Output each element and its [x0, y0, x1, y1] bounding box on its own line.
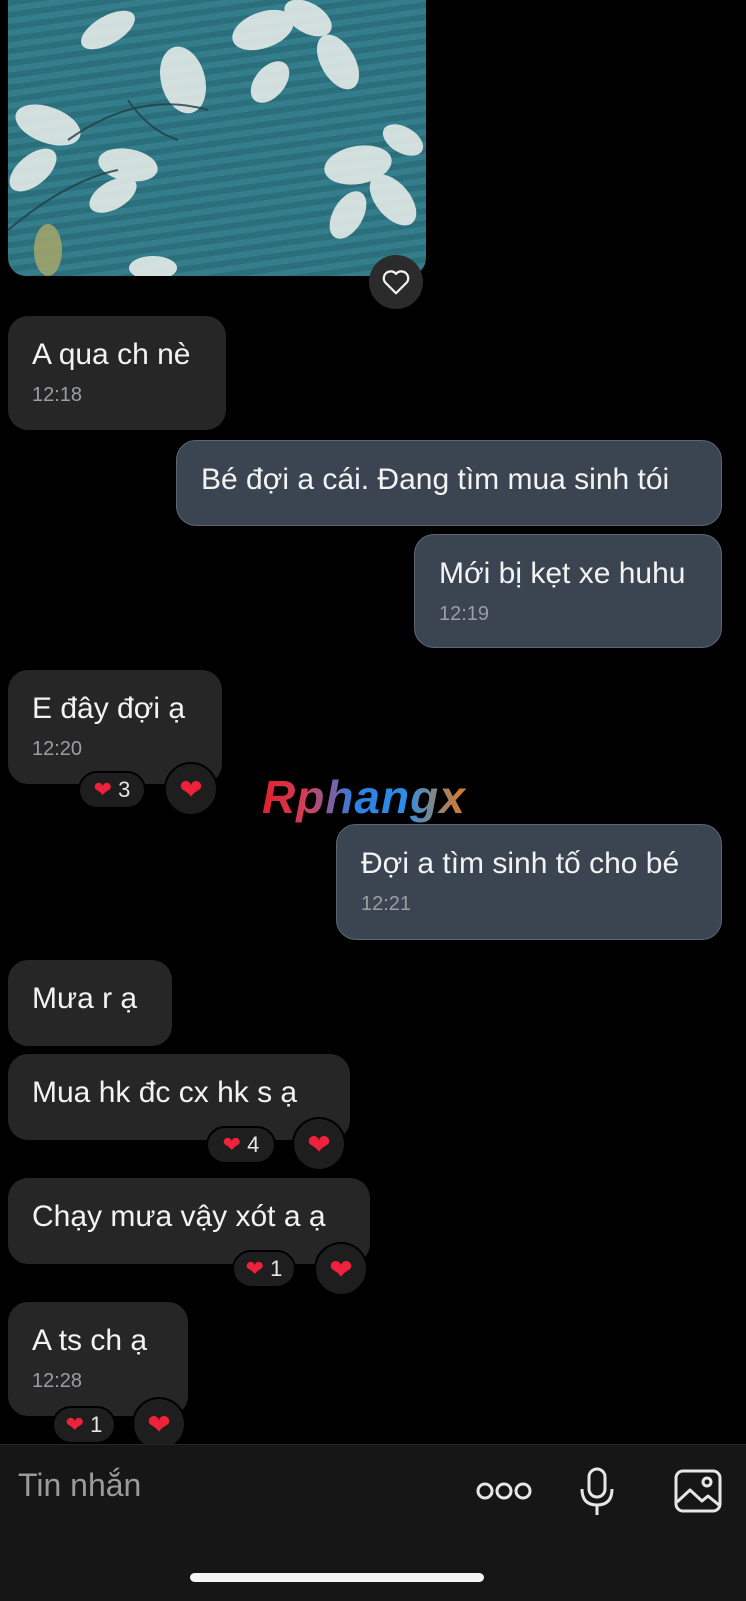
reaction-count: 3	[118, 777, 131, 802]
message-text: Mới bị kẹt xe huhu	[439, 557, 686, 590]
message-text: Mưa r ạ	[32, 982, 138, 1015]
message-text: Bé đợi a cái. Đang tìm mua sinh tói	[201, 463, 670, 496]
message-time: 12:28	[32, 1370, 83, 1392]
heart-icon: ❤	[245, 1256, 265, 1281]
message-text: A qua ch nè	[32, 338, 191, 371]
reaction-summary[interactable]: ❤ 3	[78, 771, 146, 809]
message-text: Mua hk đc cx hk s ạ	[32, 1076, 298, 1109]
heart-icon: ❤	[93, 777, 113, 802]
heart-icon: ❤	[179, 773, 203, 805]
reaction-count: 1	[90, 1412, 103, 1437]
microphone-icon[interactable]	[578, 1467, 616, 1517]
message-time: 12:19	[439, 603, 490, 625]
message-bubble-outgoing[interactable]: Mới bị kẹt xe huhu 12:19	[414, 534, 722, 648]
message-text: Chạy mưa vậy xót a ạ	[32, 1200, 326, 1233]
like-photo-button[interactable]	[369, 255, 423, 309]
heart-icon: ❤	[222, 1132, 242, 1157]
react-heart-button[interactable]: ❤	[292, 1117, 346, 1171]
react-heart-button[interactable]: ❤	[314, 1242, 368, 1296]
home-indicator[interactable]	[190, 1573, 484, 1582]
reaction-summary[interactable]: ❤ 4	[206, 1126, 276, 1164]
more-dots-icon[interactable]	[476, 1479, 532, 1503]
heart-icon: ❤	[147, 1408, 171, 1440]
reaction-count: 1	[270, 1256, 283, 1281]
watermark-logo: Rphangx	[262, 771, 466, 823]
message-bubble-outgoing[interactable]: Đợi a tìm sinh tố cho bé 12:21	[336, 824, 722, 940]
message-time: 12:20	[32, 738, 83, 760]
photo-floral-pattern	[8, 0, 424, 276]
image-gallery-icon[interactable]	[674, 1469, 722, 1513]
reaction-summary[interactable]: ❤ 1	[232, 1250, 296, 1288]
reaction-count: 4	[247, 1132, 260, 1157]
heart-icon: ❤	[307, 1128, 331, 1160]
message-bubble-incoming[interactable]: Chạy mưa vậy xót a ạ	[8, 1178, 370, 1264]
message-text: Đợi a tìm sinh tố cho bé	[361, 847, 680, 880]
reaction-summary[interactable]: ❤ 1	[52, 1406, 116, 1444]
message-time: 12:21	[361, 893, 412, 915]
shared-photo[interactable]	[8, 0, 426, 276]
message-bubble-outgoing[interactable]: Bé đợi a cái. Đang tìm mua sinh tói	[176, 440, 722, 526]
message-bubble-incoming[interactable]: Mưa r ạ	[8, 960, 172, 1046]
message-bubble-incoming[interactable]: A qua ch nè 12:18	[8, 316, 226, 430]
message-time: 12:18	[32, 384, 83, 406]
react-heart-button[interactable]: ❤	[164, 762, 218, 816]
heart-outline-icon	[382, 270, 410, 295]
react-heart-button[interactable]: ❤	[132, 1397, 186, 1451]
message-text: A ts ch ạ	[32, 1324, 148, 1357]
message-input[interactable]: Tin nhắn	[18, 1467, 141, 1504]
heart-icon: ❤	[329, 1253, 353, 1285]
message-text: E đây đợi ạ	[32, 692, 186, 725]
heart-icon: ❤	[65, 1412, 85, 1437]
